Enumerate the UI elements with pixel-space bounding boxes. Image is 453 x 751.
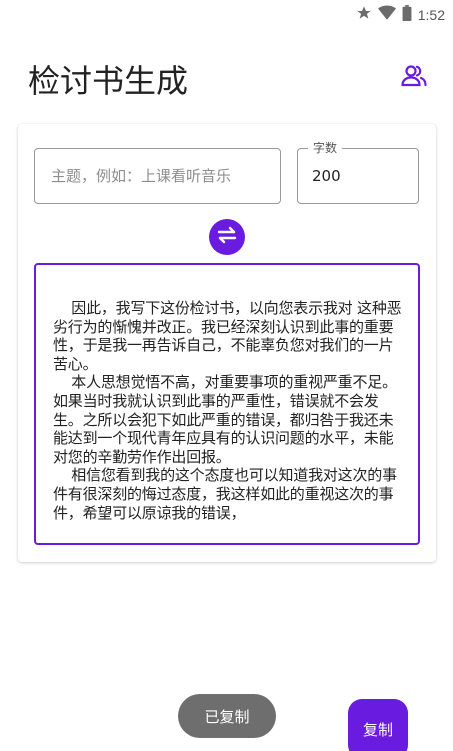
- result-text-box[interactable]: 因此，我写下这份检讨书，以向您表示我对 这种恶劣行为的惭愧并改正。我已经深刻认识…: [34, 263, 420, 545]
- users-icon: [400, 65, 428, 94]
- page-title: 检讨书生成: [28, 62, 189, 100]
- status-time: 1:52: [417, 7, 445, 23]
- swap-icon: [215, 223, 239, 251]
- copied-toast: 已复制: [178, 694, 276, 738]
- result-text: 因此，我写下这份检讨书，以向您表示我对 这种恶劣行为的惭愧并改正。我已经深刻认识…: [53, 299, 402, 522]
- star-icon: [356, 5, 372, 25]
- topic-input[interactable]: [35, 149, 280, 203]
- wifi-icon: [377, 5, 396, 25]
- word-count-field[interactable]: 字数: [297, 140, 419, 204]
- word-count-input[interactable]: [298, 149, 418, 203]
- topic-field[interactable]: [34, 148, 281, 204]
- copy-button[interactable]: 复制: [348, 699, 408, 751]
- word-count-label: 字数: [308, 140, 343, 156]
- battery-icon: [402, 5, 412, 25]
- generate-button[interactable]: [209, 219, 245, 255]
- status-icons: 1:52: [356, 5, 445, 25]
- status-bar: 1:52: [0, 0, 453, 28]
- users-button[interactable]: [400, 62, 428, 90]
